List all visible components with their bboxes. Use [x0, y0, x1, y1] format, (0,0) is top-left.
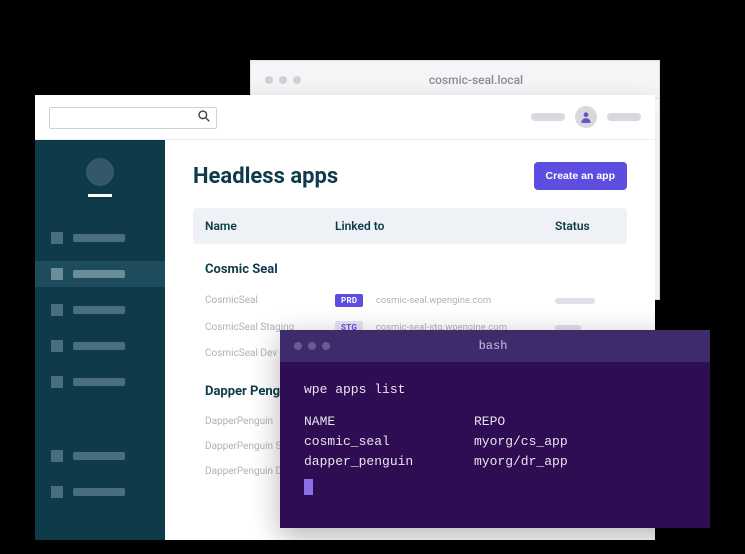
sidebar-item[interactable]: [35, 443, 165, 469]
sidebar-item[interactable]: [35, 369, 165, 395]
terminal-command: wpe apps list: [304, 380, 686, 400]
column-name: Name: [205, 219, 335, 233]
traffic-light-minimize-icon[interactable]: [308, 342, 316, 350]
terminal-window: bash wpe apps list NAME REPO cosmic_seal…: [280, 330, 710, 528]
terminal-col-repo: REPO: [474, 412, 686, 432]
terminal-col-name: NAME: [304, 412, 474, 432]
terminal-output-row: cosmic_seal myorg/cs_app: [304, 432, 686, 452]
terminal-output-row: dapper_penguin myorg/dr_app: [304, 452, 686, 472]
terminal-cursor-icon: [304, 479, 313, 495]
traffic-light-close-icon[interactable]: [265, 76, 273, 84]
sidebar-avatar[interactable]: [86, 158, 114, 186]
sidebar-item[interactable]: [35, 297, 165, 323]
browser-titlebar: cosmic-seal.local: [251, 61, 659, 99]
user-avatar[interactable]: [575, 106, 597, 128]
skeleton-pill: [531, 113, 565, 121]
sidebar-item[interactable]: [35, 479, 165, 505]
create-app-button[interactable]: Create an app: [534, 162, 627, 190]
sidebar: [35, 140, 165, 540]
terminal-titlebar: bash: [280, 330, 710, 362]
column-status: Status: [555, 219, 615, 233]
sidebar-item-active[interactable]: [35, 261, 165, 287]
sidebar-avatar-underline: [88, 194, 112, 197]
app-name: CosmicSeal: [205, 295, 335, 306]
top-bar: [35, 95, 655, 140]
table-header: Name Linked to Status: [193, 208, 627, 244]
status-badge: [555, 298, 595, 304]
table-row[interactable]: CosmicSeal PRD cosmic-seal.wpengine.com: [193, 287, 627, 314]
terminal-body[interactable]: wpe apps list NAME REPO cosmic_seal myor…: [280, 362, 710, 528]
traffic-light-zoom-icon[interactable]: [322, 342, 330, 350]
env-badge-prd: PRD: [335, 294, 363, 307]
sidebar-item[interactable]: [35, 333, 165, 359]
linked-url: cosmic-seal.wpengine.com: [376, 295, 491, 306]
search-icon[interactable]: [197, 109, 211, 127]
browser-url: cosmic-seal.local: [307, 73, 645, 87]
terminal-output-header: NAME REPO: [304, 412, 686, 432]
page-title: Headless apps: [193, 164, 338, 189]
sidebar-item[interactable]: [35, 225, 165, 251]
terminal-title: bash: [336, 339, 650, 353]
traffic-light-zoom-icon[interactable]: [293, 76, 301, 84]
traffic-light-close-icon[interactable]: [294, 342, 302, 350]
search-input[interactable]: [49, 107, 217, 129]
traffic-light-minimize-icon[interactable]: [279, 76, 287, 84]
skeleton-pill: [607, 113, 641, 121]
column-linked-to: Linked to: [335, 219, 555, 233]
app-group-title: Cosmic Seal: [193, 244, 627, 287]
